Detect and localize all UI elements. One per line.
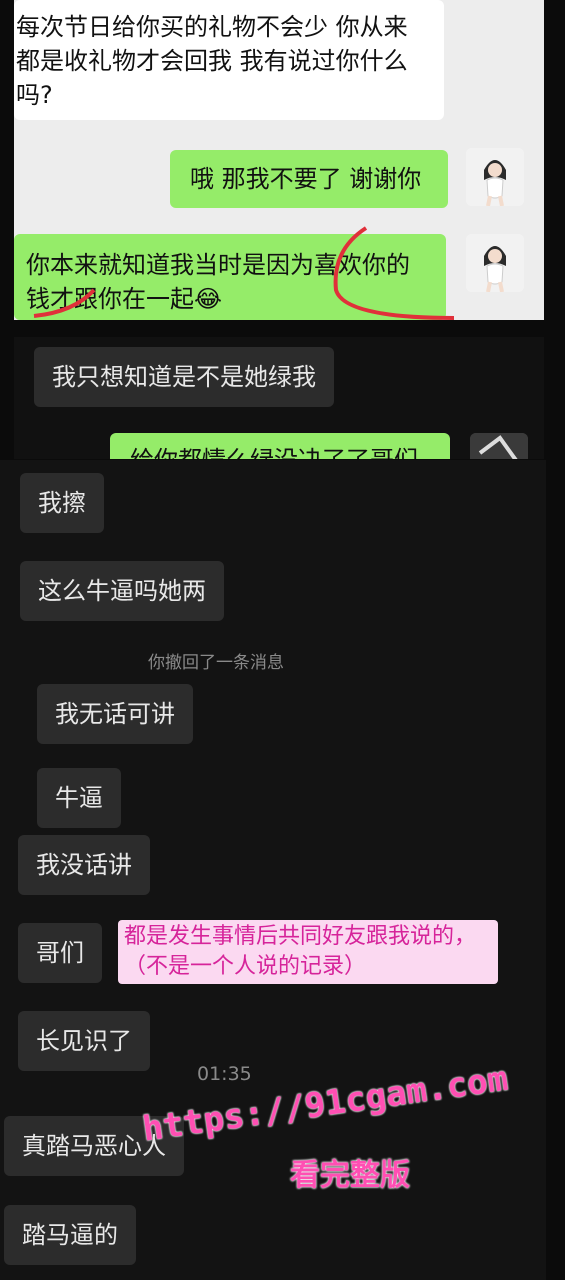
watermark-caption: 看完整版 <box>290 1158 410 1193</box>
message-bubble-received: 长见识了 <box>18 1011 150 1071</box>
chat-screenshot-dark-1: 我只想知道是不是她绿我 给你都情么绿没决了了哥们 <box>14 337 544 459</box>
timestamp: 01:35 <box>197 1063 252 1085</box>
chat-screenshot-dark-2: 我擦 这么牛逼吗她两 你撤回了一条消息 我无话可讲 牛逼 我没话讲 哥们 长见识… <box>0 460 546 1280</box>
avatar-image <box>470 433 528 459</box>
message-bubble-received: 踏马逼的 <box>4 1205 136 1265</box>
message-bubble-received: 这么牛逼吗她两 <box>20 561 224 621</box>
message-bubble-received: 我擦 <box>20 473 104 533</box>
red-underline-marks <box>33 226 455 320</box>
recall-notice: 你撤回了一条消息 <box>148 653 284 673</box>
chat-screenshot-light: 每次节日给你买的礼物不会少 你从来 都是收礼物才会回我 我有说过你什么 吗? 哦… <box>14 0 544 320</box>
message-bubble-received: 哥们 <box>18 923 102 983</box>
avatar[interactable] <box>470 433 528 459</box>
message-bubble-sent-cropped: 给你都情么绿没决了了哥们 <box>110 433 450 459</box>
message-bubble-received: 牛逼 <box>37 768 121 828</box>
annotation-note: 都是发生事情后共同好友跟我说的，（不是一个人说的记录） <box>118 920 498 984</box>
message-bubble-received: 我无话可讲 <box>37 684 193 744</box>
message-bubble-received: 我只想知道是不是她绿我 <box>34 347 334 407</box>
message-bubble-received: 我没话讲 <box>18 835 150 895</box>
